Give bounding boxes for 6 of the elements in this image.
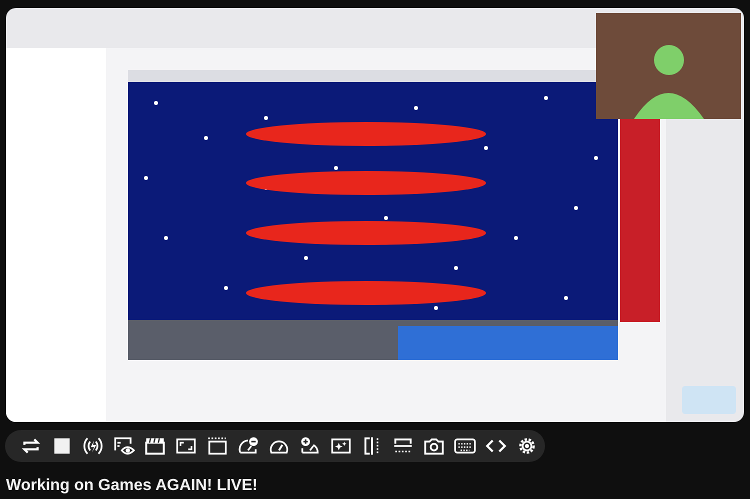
dotted-frame-icon[interactable] xyxy=(206,435,228,457)
settings-icon[interactable] xyxy=(516,435,538,457)
eye-card-icon[interactable] xyxy=(113,435,135,457)
broadcast-icon[interactable] xyxy=(82,435,104,457)
clapperboard-icon[interactable] xyxy=(144,435,166,457)
video-title: Working on Games AGAIN! LIVE! xyxy=(6,476,258,496)
